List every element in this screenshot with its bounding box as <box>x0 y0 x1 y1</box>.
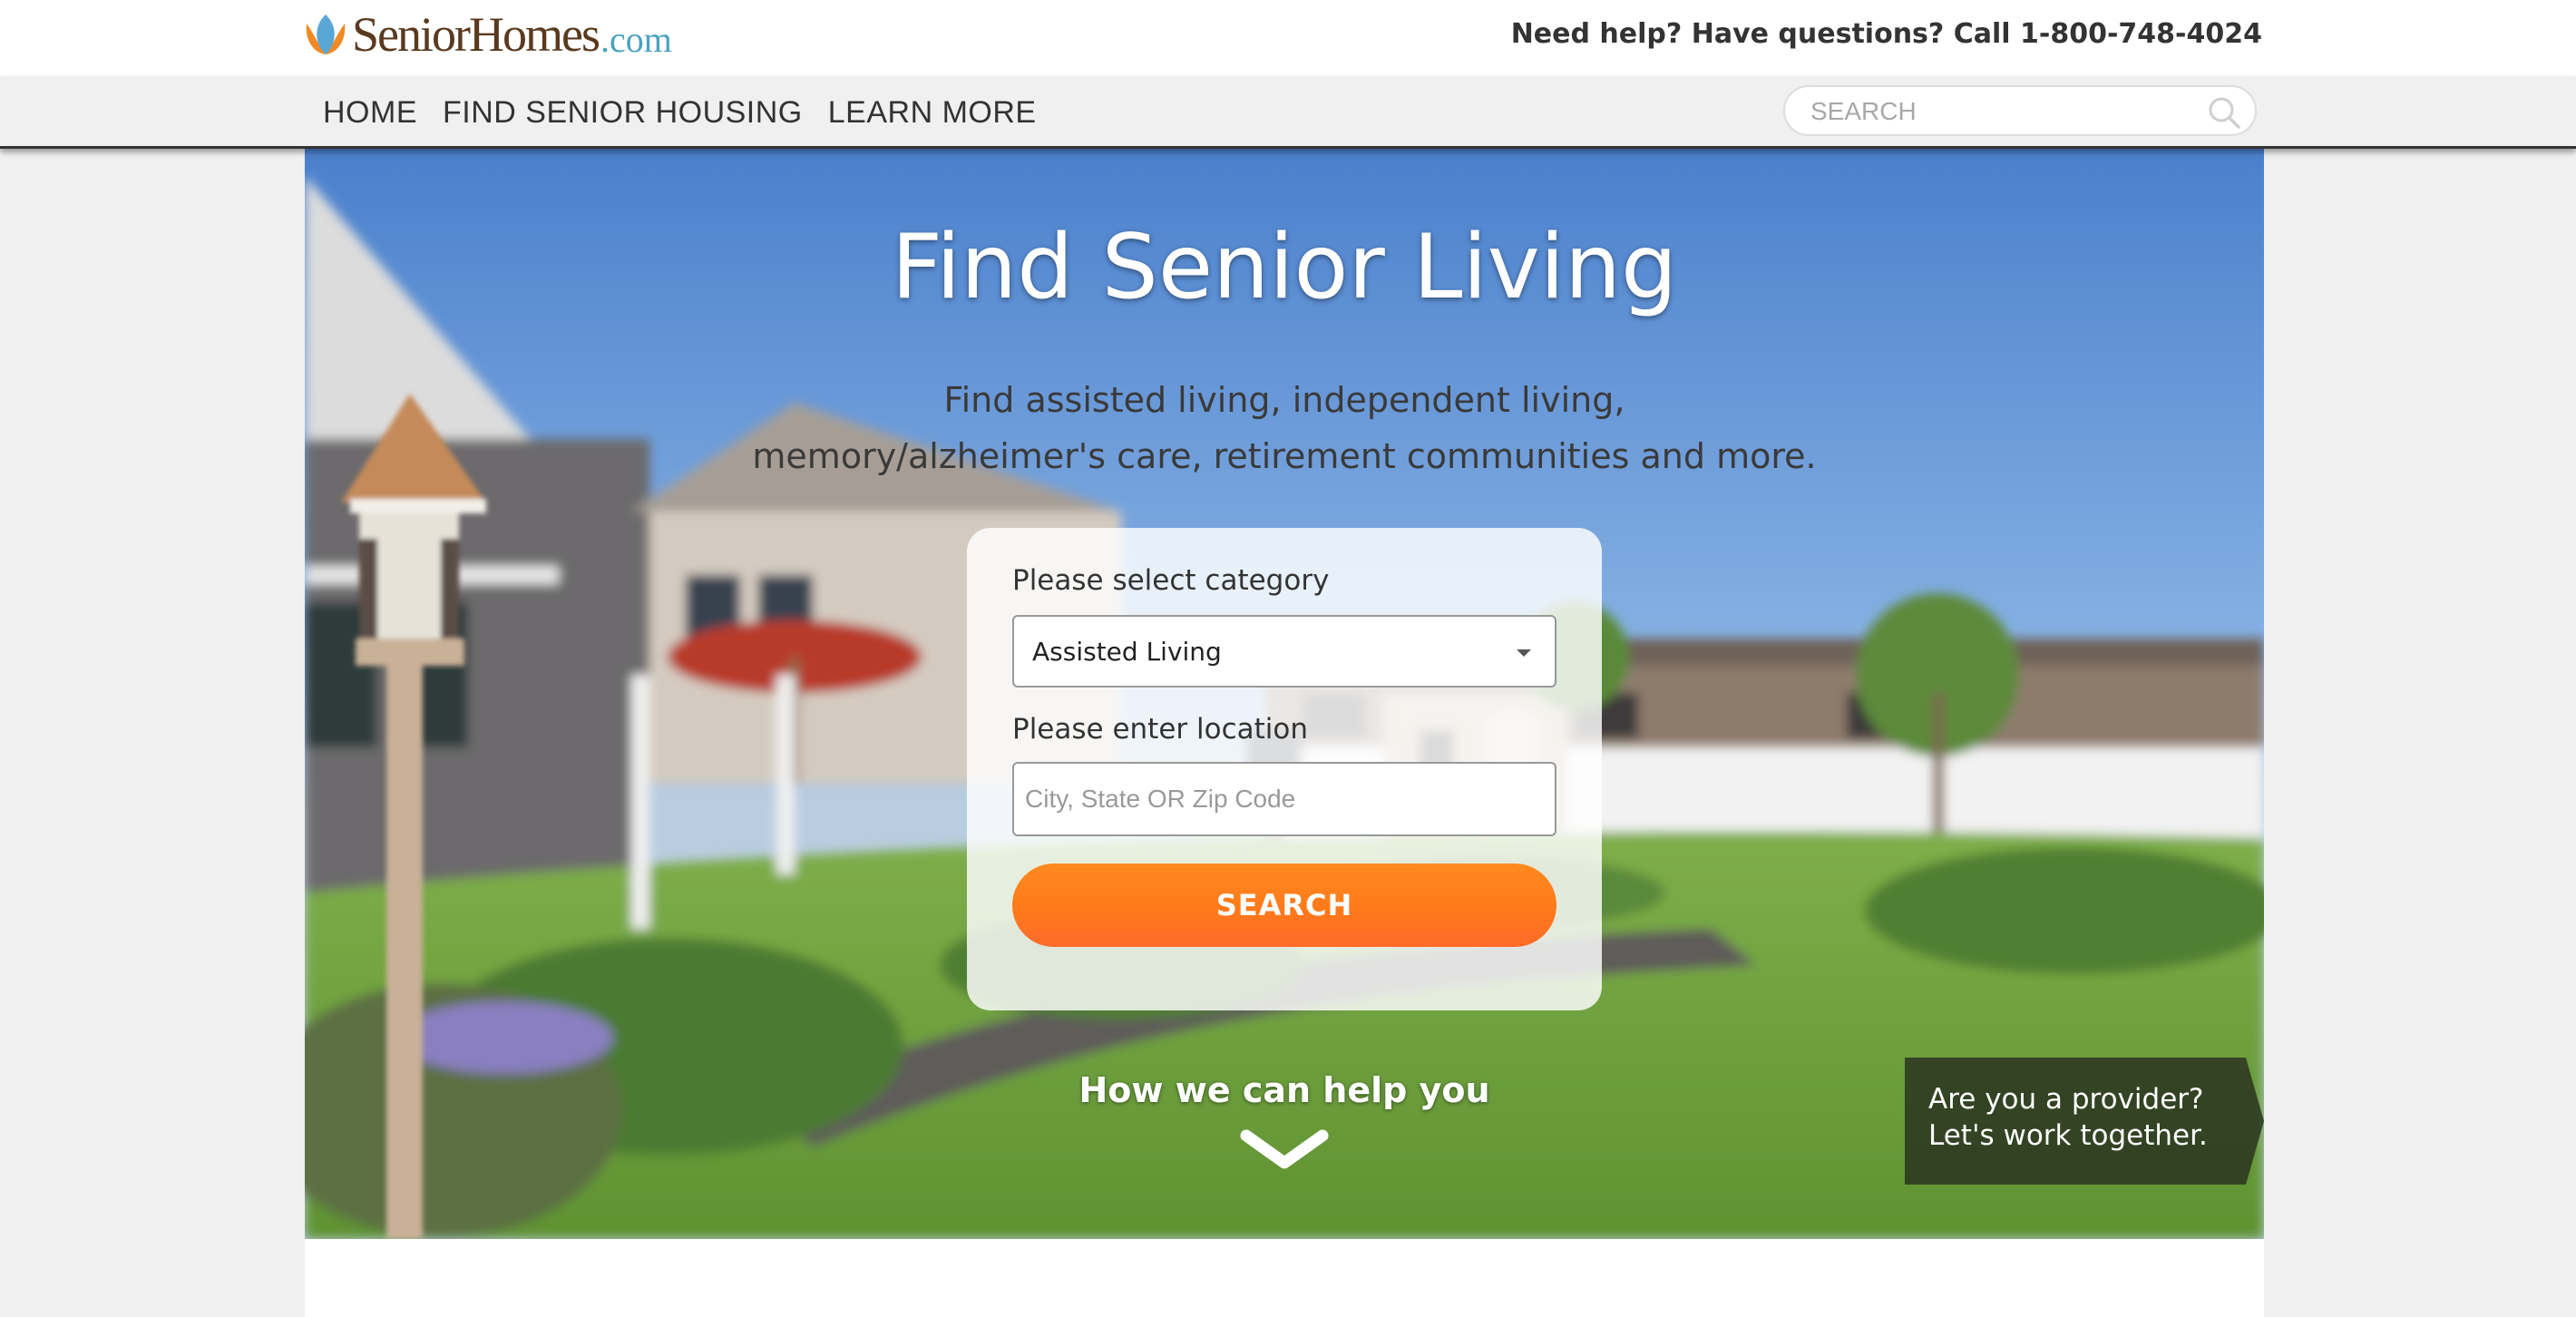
nav-find-senior-housing[interactable]: FIND SENIOR HOUSING <box>443 95 803 131</box>
tulip-logo-icon <box>306 15 346 54</box>
provider-line-1: Are you a provider? <box>1928 1083 2204 1116</box>
provider-text: Are you a provider? Let's work together. <box>1928 1081 2208 1154</box>
search-button[interactable]: SEARCH <box>1012 863 1556 947</box>
main-nav: HOME FIND SENIOR HOUSING LEARN MORE <box>0 76 2576 149</box>
category-select[interactable]: Assisted Living <box>1012 615 1556 688</box>
nav-links: HOME FIND SENIOR HOUSING LEARN MORE <box>323 76 1037 149</box>
search-icon[interactable] <box>2206 94 2242 131</box>
site-search-box <box>1783 85 2257 136</box>
top-header: SeniorHomes .com Need help? Have questio… <box>0 0 2576 76</box>
hero-subtitle: Find assisted living, independent living… <box>305 372 2264 484</box>
location-input[interactable] <box>1012 762 1556 836</box>
hero-subtitle-line-1: Find assisted living, independent living… <box>943 380 1625 420</box>
nav-learn-more[interactable]: LEARN MORE <box>828 95 1037 131</box>
search-form-card: Please select category Assisted Living P… <box>967 528 1602 1010</box>
site-search-input[interactable] <box>1809 94 2171 129</box>
hero-title: Find Senior Living <box>891 216 1678 319</box>
hero-subtitle-line-2: memory/alzheimer's care, retirement comm… <box>752 436 1817 476</box>
hero-section: Find Senior Living Find assisted living,… <box>305 149 2264 1239</box>
provider-line-2: Let's work together. <box>1928 1119 2208 1152</box>
logo-suffix: .com <box>600 18 672 60</box>
chevron-down-icon[interactable] <box>1239 1128 1330 1174</box>
logo-wordmark: SeniorHomes <box>352 7 600 62</box>
help-phone-text: Need help? Have questions? Call 1-800-74… <box>1510 18 2262 50</box>
site-logo[interactable]: SeniorHomes .com <box>303 5 672 63</box>
location-label: Please enter location <box>1012 713 1308 746</box>
content-area <box>305 1239 2264 1317</box>
category-select-value: Assisted Living <box>1032 637 1222 667</box>
provider-callout[interactable]: Are you a provider? Let's work together. <box>1905 1058 2264 1185</box>
nav-home[interactable]: HOME <box>323 95 417 131</box>
category-label: Please select category <box>1012 564 1330 597</box>
dropdown-caret-icon <box>1517 649 1531 657</box>
